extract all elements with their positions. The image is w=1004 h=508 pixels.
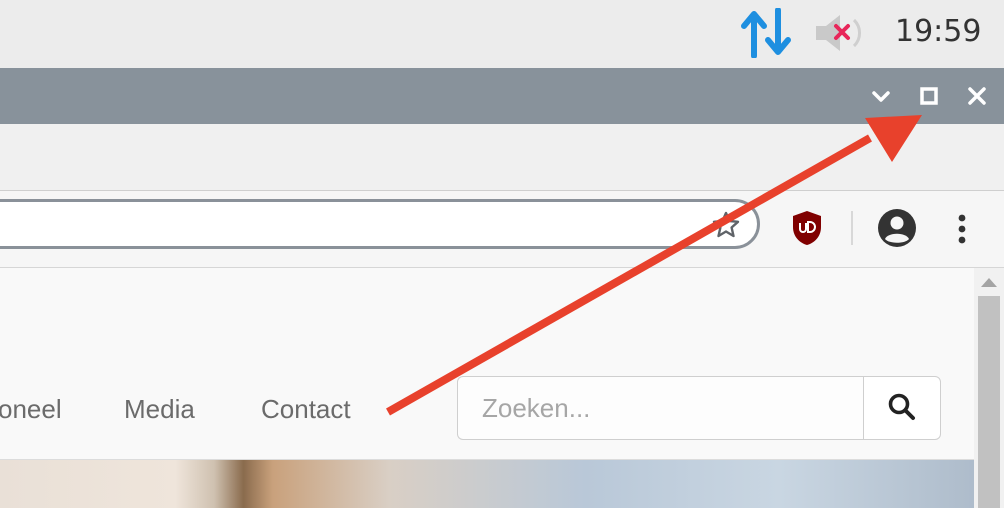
maximize-button[interactable] xyxy=(917,84,941,108)
web-page: oneel Media Contact xyxy=(0,268,974,508)
search-icon xyxy=(888,393,915,420)
network-transfer-icon[interactable] xyxy=(740,8,792,58)
nav-link-contact[interactable]: Contact xyxy=(261,394,351,425)
nav-link-media[interactable]: Media xyxy=(124,394,195,425)
close-button[interactable] xyxy=(965,84,989,108)
minimize-button[interactable] xyxy=(869,84,893,108)
tab-strip[interactable] xyxy=(0,124,1004,191)
search-input[interactable] xyxy=(457,376,865,440)
search-button[interactable] xyxy=(863,376,941,440)
scroll-up-icon[interactable] xyxy=(981,278,997,287)
more-vert-icon[interactable] xyxy=(950,211,974,247)
system-panel: 19:59 xyxy=(0,0,1004,68)
site-search xyxy=(457,376,941,440)
nav-link-oneel[interactable]: oneel xyxy=(0,394,62,425)
star-icon[interactable] xyxy=(711,210,741,240)
ublock-origin-icon[interactable] xyxy=(790,209,824,247)
scrollbar-thumb[interactable] xyxy=(978,296,1000,508)
hero-image xyxy=(0,460,974,508)
address-bar[interactable] xyxy=(0,199,760,249)
clock[interactable]: 19:59 xyxy=(895,14,981,49)
page-scrollbar[interactable] xyxy=(974,268,1004,508)
browser-toolbar xyxy=(0,191,1004,268)
account-circle-icon[interactable] xyxy=(877,208,917,248)
window-titlebar[interactable] xyxy=(0,68,1004,124)
toolbar-separator xyxy=(851,211,853,245)
volume-muted-icon[interactable] xyxy=(814,12,870,54)
